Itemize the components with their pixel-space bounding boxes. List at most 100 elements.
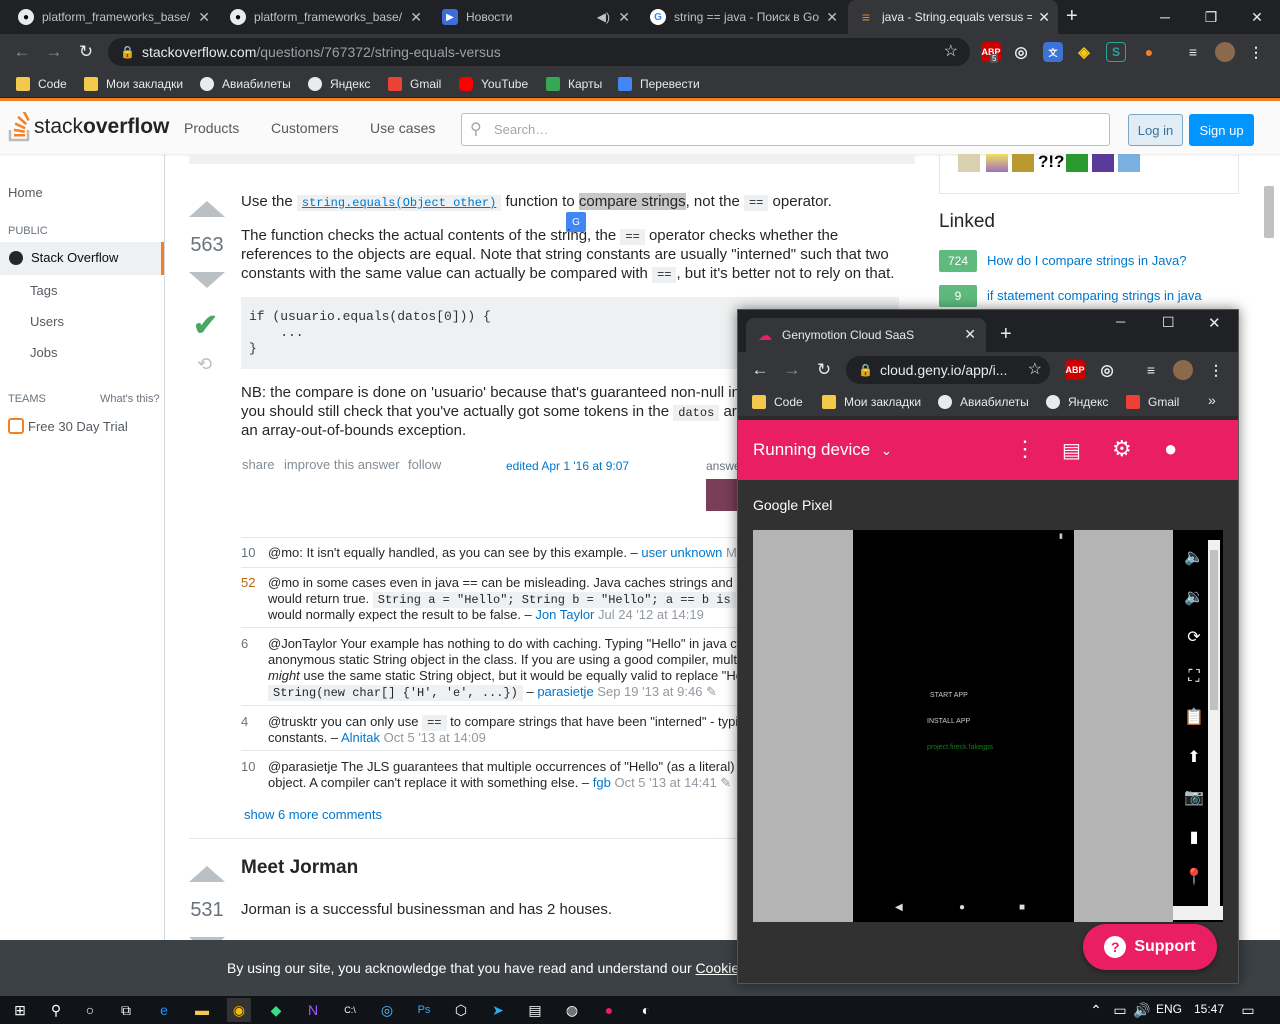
fullscreen-icon[interactable]: ⛶ [1183,666,1205,688]
notifications-icon[interactable]: ▭ [1236,998,1260,1022]
notepad-icon[interactable]: ▤ [523,998,547,1022]
fox-extension-icon[interactable]: ● [1139,42,1159,62]
maximize-icon[interactable]: ☐ [1162,314,1175,331]
bookmark-avia[interactable]: Авиабилеты [200,70,291,98]
improve-answer-link[interactable]: improve this answer [284,457,400,472]
start-app-item[interactable]: START APP [930,692,968,699]
back-icon[interactable]: ← [748,358,772,382]
bookmark-my-bookmarks[interactable]: Мои закладки [822,388,921,416]
new-tab-button[interactable]: + [1000,323,1012,346]
free-trial-link[interactable]: Free 30 Day Trial [8,418,128,434]
equals-doc-link[interactable]: string.equals(Object other) [296,195,502,211]
bookmark-star-icon[interactable]: ☆ [1028,356,1042,384]
search-icon[interactable]: ⚲ [44,998,68,1022]
volume-up-icon[interactable]: 🔈 [1183,546,1205,568]
browser-tab-4[interactable]: G string == java - Поиск в Go ✕ [640,0,846,34]
android-recents-icon[interactable]: ■ [1019,902,1025,913]
bookmark-star-icon[interactable]: ☆ [944,38,958,66]
device-dropdown[interactable]: Running device ⌄ [753,440,892,460]
tray-speaker-icon[interactable]: 🔊 [1130,998,1154,1022]
nav-stackoverflow[interactable]: Stack Overflow [0,242,164,275]
extension-icon[interactable]: ◈ [1074,42,1094,62]
translate-icon[interactable]: 文 [1043,42,1063,62]
bookmark-translate[interactable]: Перевести [618,70,700,98]
task-view-icon[interactable]: ⧉ [114,998,138,1022]
signup-button[interactable]: Sign up [1189,114,1254,146]
app-icon[interactable]: ◐ [634,998,658,1022]
browser-tab-1[interactable]: ● platform_frameworks_base/ ✕ [8,0,218,34]
scrollbar-thumb[interactable] [1210,550,1218,710]
media-control-icon[interactable]: ≡ [1183,42,1203,62]
bookmark-avia[interactable]: Авиабилеты [938,388,1029,416]
globe-icon[interactable]: ◎ [1097,360,1117,380]
app-eye-icon[interactable]: ◎ [375,998,399,1022]
more-vert-icon[interactable]: ⋮ [1014,436,1036,462]
chrome-icon[interactable]: ◉ [227,998,251,1022]
forward-icon[interactable]: → [42,40,66,64]
menu-kebab-icon[interactable]: ⋮ [1246,42,1266,62]
android-studio-icon[interactable]: ◆ [264,998,288,1022]
address-bar[interactable]: 🔒 stackoverflow.com/questions/767372/stri… [108,38,970,66]
tray-chevron-icon[interactable]: ⌃ [1084,998,1108,1022]
show-more-comments-link[interactable]: show 6 more comments [244,807,382,822]
genymotion-address-bar[interactable]: 🔒 cloud.geny.io/app/i... ☆ [846,356,1050,384]
bookmark-yandex[interactable]: Яндекс [1046,388,1108,416]
minimize-icon[interactable]: ─ [1142,0,1188,34]
menu-kebab-icon[interactable]: ⋮ [1206,360,1226,380]
minimize-icon[interactable]: ─ [1116,314,1125,329]
rotate-icon[interactable]: ⟳ [1183,626,1205,648]
downvote-icon[interactable] [189,272,225,288]
volume-down-icon[interactable]: 🔉 [1183,586,1205,608]
maximize-icon[interactable]: ❐ [1188,0,1234,34]
globe-icon[interactable]: ◎ [1011,42,1031,62]
device-horizontal-scrollbar[interactable] [1173,906,1223,920]
page-scrollbar-thumb[interactable] [1264,186,1274,238]
battery-icon[interactable]: ▮ [1183,826,1205,848]
bookmark-gmail[interactable]: Gmail [388,70,441,98]
nav-products[interactable]: Products [184,120,239,136]
upvote-icon[interactable] [189,866,225,882]
close-tab-icon[interactable]: ✕ [964,326,976,343]
so-logo[interactable]: stack overflow [8,110,169,144]
nav-jobs[interactable]: Jobs [30,345,57,360]
close-window-icon[interactable]: ✕ [1234,0,1280,34]
close-window-icon[interactable]: ✕ [1208,314,1221,332]
onenote-icon[interactable]: N [301,998,325,1022]
profile-avatar[interactable] [1173,360,1193,380]
forward-icon[interactable]: → [780,358,804,382]
linked-score[interactable]: 9 [939,285,977,307]
bookmark-gmail[interactable]: Gmail [1126,388,1179,416]
close-tab-icon[interactable]: ✕ [1038,9,1050,26]
browser-tab-5-active[interactable]: ≡ java - String.equals versus == ✕ [848,0,1058,34]
gps-location-icon[interactable]: 📍 [1183,866,1205,888]
tray-network-icon[interactable]: ▭ [1108,998,1132,1022]
camera-icon[interactable]: 📷 [1183,786,1205,808]
bookmark-yandex[interactable]: Яндекс [308,70,370,98]
cmd-icon[interactable]: C:\ [338,998,362,1022]
reload-icon[interactable]: ↻ [812,358,836,382]
nav-home[interactable]: Home [8,185,43,200]
follow-link[interactable]: follow [408,457,441,472]
gear-icon[interactable]: ⚙ [1112,436,1132,462]
close-tab-icon[interactable]: ✕ [410,9,422,26]
reload-icon[interactable]: ↻ [74,40,98,64]
edited-timestamp-link[interactable]: edited Apr 1 '16 at 9:07 [506,459,629,473]
photoshop-icon[interactable]: Ps [412,998,436,1022]
genymotion-tab[interactable]: ☁ Genymotion Cloud SaaS ✕ [746,318,986,352]
file-explorer-icon[interactable]: ▬ [190,998,214,1022]
login-button[interactable]: Log in [1128,114,1183,146]
bookmark-youtube[interactable]: YouTube [459,70,528,98]
mute-icon[interactable]: ◀) [597,10,610,24]
tray-language[interactable]: ENG [1156,1002,1182,1016]
bookmark-code[interactable]: Code [16,70,67,98]
close-tab-icon[interactable]: ✕ [198,9,210,26]
history-icon[interactable]: ⟲ [197,354,212,375]
device-screen[interactable]: START APP INSTALL APP project.fireck.fak… [853,530,1074,922]
device-scrollbar[interactable] [1208,540,1220,906]
nav-users[interactable]: Users [30,314,64,329]
upload-icon[interactable]: ⬆ [1183,746,1205,768]
install-app-item[interactable]: INSTALL APP [927,718,970,725]
telegram-icon[interactable]: ➤ [486,998,510,1022]
edge-icon[interactable]: e [152,998,176,1022]
virtualbox-icon[interactable]: ⬡ [449,998,473,1022]
